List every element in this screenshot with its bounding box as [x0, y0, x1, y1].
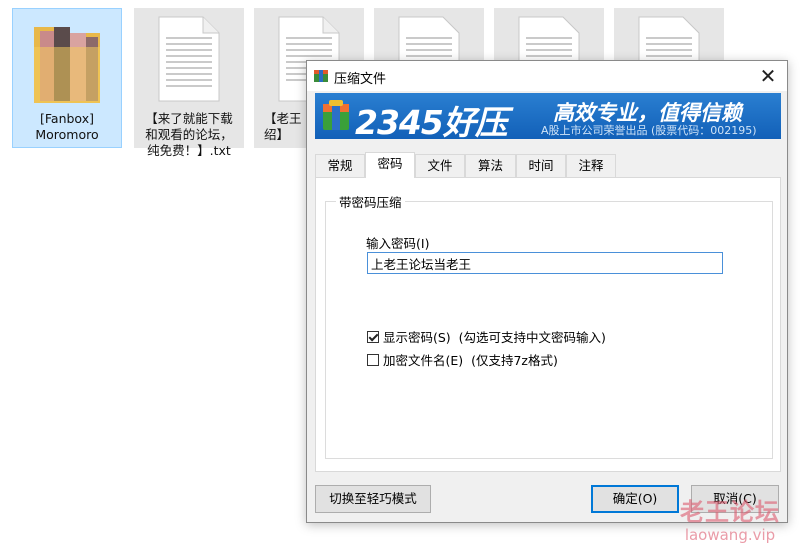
- folder-tile-fanbox[interactable]: [Fanbox] Moromoro: [12, 8, 122, 148]
- password-input-label: 输入密码(I): [366, 236, 430, 251]
- banner-brand: 2345好压: [355, 103, 508, 139]
- tab-general[interactable]: 常规: [315, 154, 365, 177]
- tab-time[interactable]: 时间: [516, 154, 566, 177]
- watermark: 老王论坛 laowang.vip: [660, 498, 800, 544]
- file-name: [Fanbox] Moromoro: [35, 111, 99, 142]
- close-icon[interactable]: ✕: [757, 65, 779, 87]
- banner-subtitle: A股上市公司荣誉出品 (股票代码：002195): [541, 124, 757, 137]
- watermark-text: 老王论坛: [680, 498, 780, 526]
- switch-light-mode-button[interactable]: 切换至轻巧模式: [315, 485, 431, 513]
- file-name: 【来了就能下载 和观看的论坛， 纯免费！】.txt: [145, 111, 233, 158]
- brand-banner: 2345好压 高效专业，值得信赖 A股上市公司荣誉出品 (股票代码：002195…: [315, 93, 781, 139]
- tab-files[interactable]: 文件: [415, 154, 465, 177]
- encrypt-filenames-option[interactable]: 加密文件名(E) (仅支持7z格式): [367, 350, 558, 369]
- watermark-url: laowang.vip: [684, 526, 776, 544]
- password-groupbox: 带密码压缩 输入密码(I) 显示密码(S) (勾选可支持中文密码输入) 加密文件…: [325, 192, 773, 459]
- text-file-icon: [158, 16, 220, 106]
- show-password-checkbox[interactable]: [367, 330, 379, 343]
- encrypt-filenames-label: 加密文件名(E) (仅支持7z格式): [383, 353, 558, 368]
- file-name: 【老王 绍】: [264, 111, 302, 142]
- group-title: 带密码压缩: [336, 192, 405, 211]
- folder-thumbnail-icon: [30, 17, 104, 111]
- archive-icon: [313, 68, 329, 84]
- app-logo-icon: [321, 100, 351, 136]
- encrypt-filenames-checkbox[interactable]: [367, 353, 379, 366]
- dialog-title: 压缩文件: [334, 72, 387, 87]
- tab-algorithm[interactable]: 算法: [465, 154, 516, 177]
- password-input[interactable]: [367, 252, 723, 274]
- tab-comment[interactable]: 注释: [566, 154, 616, 177]
- password-tab-panel: 带密码压缩 输入密码(I) 显示密码(S) (勾选可支持中文密码输入) 加密文件…: [315, 177, 781, 472]
- show-password-label: 显示密码(S) (勾选可支持中文密码输入): [383, 330, 606, 345]
- tab-password[interactable]: 密码: [365, 152, 415, 178]
- show-password-option[interactable]: 显示密码(S) (勾选可支持中文密码输入): [367, 327, 606, 346]
- dialog-titlebar[interactable]: 压缩文件 ✕: [307, 61, 787, 91]
- compress-dialog: 压缩文件 ✕ 2345好压 高效专业，值得信赖 A股上市公司荣誉出品 (股票代码…: [306, 60, 788, 523]
- file-tile-txt[interactable]: 【来了就能下载 和观看的论坛， 纯免费！】.txt: [134, 8, 244, 158]
